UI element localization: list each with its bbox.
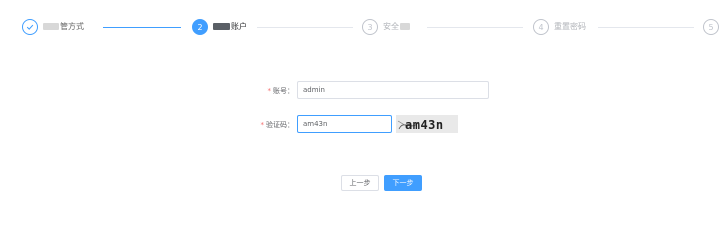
step-3-connector (427, 27, 523, 28)
steps-bar: 管方式 2 账户 3 安全 4 重置密码 5 (0, 0, 721, 60)
step-2-circle: 2 (192, 19, 208, 35)
step-1-connector (103, 27, 181, 28)
step-2-title-redacted (213, 23, 230, 30)
step-4-title: 重置密码 (554, 22, 586, 31)
account-input[interactable] (297, 81, 489, 99)
step-4-circle: 4 (533, 19, 549, 35)
step-1-title-redacted (43, 23, 59, 30)
step-4-connector (598, 27, 694, 28)
step-1-title: 管方式 (43, 21, 84, 33)
captcha-input[interactable] (297, 115, 392, 133)
next-step-button[interactable]: 下一步 (384, 175, 422, 191)
account-form-item: * 账号： (0, 81, 721, 101)
step-1-check-icon (22, 19, 38, 35)
captcha-image[interactable]: am43n (396, 115, 458, 133)
step-3-title-redacted (400, 23, 410, 30)
step-3-circle: 3 (362, 19, 378, 35)
prev-step-button[interactable]: 上一步 (341, 175, 379, 191)
required-asterisk: * (267, 87, 272, 95)
captcha-label: * 验证码： (260, 121, 295, 129)
step-2-connector (257, 27, 353, 28)
captcha-form-item: * 验证码： am43n (0, 115, 721, 135)
required-asterisk: * (260, 121, 265, 129)
account-label: * 账号： (267, 87, 295, 95)
step-2-title: 账户 (213, 21, 247, 33)
captcha-image-text: am43n (405, 118, 444, 132)
step-3-title: 安全 (383, 21, 411, 33)
step-5-circle: 5 (703, 19, 719, 35)
